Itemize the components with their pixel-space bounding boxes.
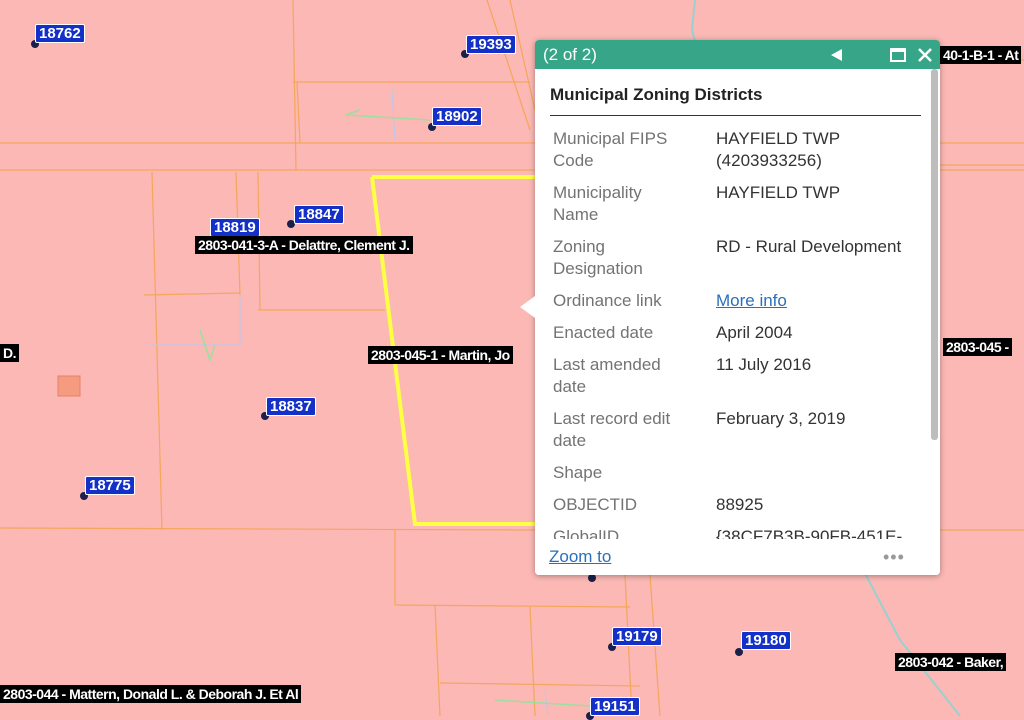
attribute-value: 88925 <box>716 495 764 514</box>
popup-scrollbar[interactable] <box>931 69 938 539</box>
point-label: 19151 <box>590 697 640 716</box>
attribute-value: HAYFIELD TWP (4203933256) <box>716 129 840 170</box>
popup-title: Municipal Zoning Districts <box>550 85 763 104</box>
attribute-name: Municipal FIPS Code <box>553 129 668 170</box>
attribute-value: 11 July 2016 <box>716 355 812 374</box>
popup-pointer <box>520 296 535 318</box>
point-label: 19179 <box>612 627 662 646</box>
attribute-name: Ordinance link <box>553 291 662 310</box>
maximize-icon[interactable] <box>888 40 908 69</box>
attribute-name: Last record edit date <box>553 409 671 450</box>
point-label: 19393 <box>466 35 516 54</box>
map-point-icon[interactable] <box>588 574 596 582</box>
scrollbar-thumb[interactable] <box>931 69 938 440</box>
attribute-value: More info <box>716 290 926 312</box>
parcel-label: 2803-041-3-A - Delattre, Clement J. <box>195 236 413 254</box>
attribute-name: Zoning Designation <box>553 237 643 278</box>
parcel-label: 2803-045-1 - Martin, Jo <box>368 346 513 364</box>
attribute-value: {38CF7B3B-90FB-451E- <box>716 527 903 539</box>
attribute-name: OBJECTID <box>553 495 638 514</box>
title-divider <box>550 115 921 116</box>
more-info-link[interactable]: More info <box>716 291 787 310</box>
point-label: 18762 <box>35 24 85 43</box>
zoom-to-link[interactable]: Zoom to <box>549 547 611 567</box>
triangle-left-icon[interactable] <box>827 40 847 69</box>
attribute-name: Enacted date <box>553 323 654 342</box>
attribute-name: Shape <box>553 463 603 482</box>
attribute-name: Municipality Name <box>553 183 642 224</box>
point-label: 18819 <box>210 218 260 237</box>
parcel-label: 2803-042 - Baker, <box>895 653 1007 671</box>
attribute-value: RD - Rural Development <box>716 237 902 256</box>
popup-header: (2 of 2) <box>535 40 940 69</box>
popup-counter: (2 of 2) <box>543 45 597 64</box>
parcel-label: 2803-045 - <box>943 338 1012 356</box>
parcel-label: D. <box>0 344 19 362</box>
point-label: 18902 <box>432 107 482 126</box>
point-label: 19180 <box>741 631 791 650</box>
point-label: 18847 <box>294 205 344 224</box>
point-label: 18837 <box>266 397 316 416</box>
attribute-name: Last amended date <box>553 355 661 396</box>
parcel-label: 40-1-B-1 - At <box>940 46 1022 64</box>
ellipsis-icon[interactable]: ••• <box>883 547 905 568</box>
point-label: 18775 <box>85 476 135 495</box>
parcel-label: 2803-044 - Mattern, Donald L. & Deborah … <box>0 685 302 703</box>
close-icon[interactable] <box>915 40 935 69</box>
popup-footer: Zoom to ••• <box>535 539 940 575</box>
attribute-value: February 3, 2019 <box>716 409 846 428</box>
popup-content[interactable]: Municipal Zoning Districts Municipal FIP… <box>535 69 929 539</box>
feature-popup[interactable]: (2 of 2) Municipal Zoning Districts Muni… <box>535 40 940 575</box>
attribute-value: HAYFIELD TWP <box>716 183 841 202</box>
attribute-value: April 2004 <box>716 323 793 342</box>
attribute-name: GlobalID <box>553 527 620 539</box>
